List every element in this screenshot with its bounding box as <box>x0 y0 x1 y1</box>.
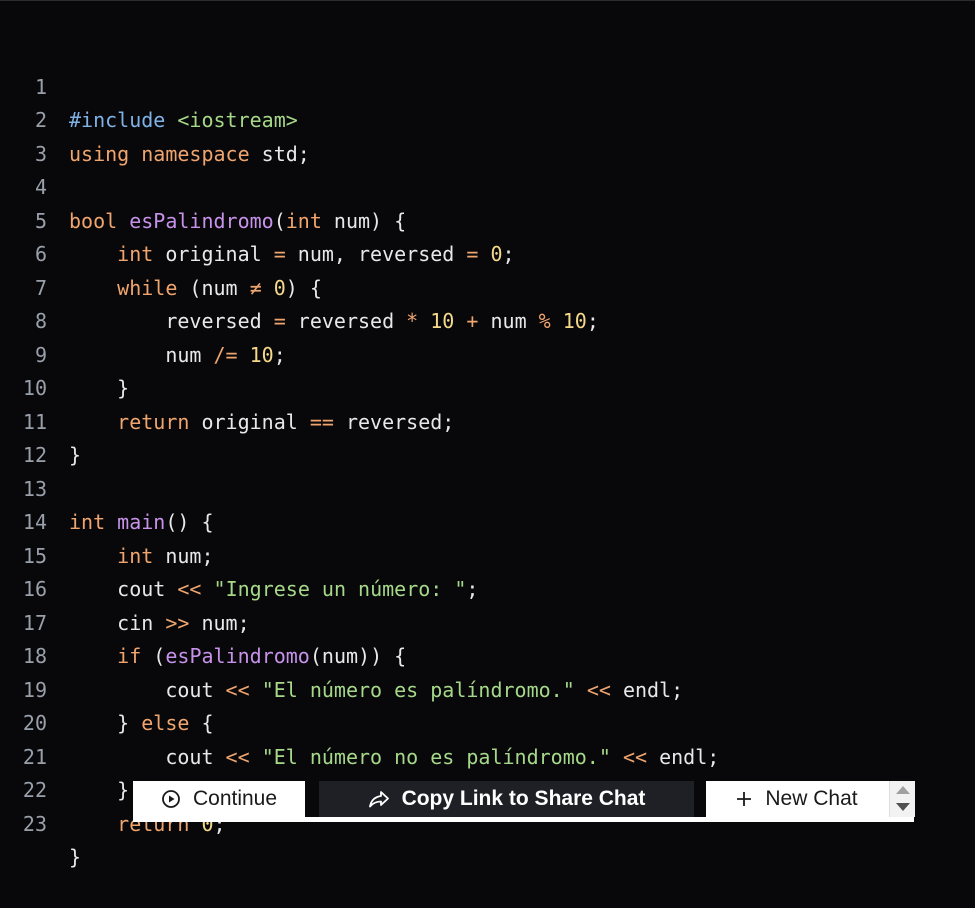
code-line: 17 if (esPalindromo(num)) { <box>0 573 975 669</box>
code-line: 15 cout << "Ingrese un número: "; <box>0 506 975 602</box>
share-arrow-icon <box>368 789 390 809</box>
top-divider <box>0 0 975 1</box>
code-block: 1 #include <iostream> 2 using namespace … <box>0 37 975 870</box>
code-line: 20 cout << "El número no es palíndromo."… <box>0 674 975 769</box>
code-line: 11 } <box>0 372 975 468</box>
code-line: 3 <box>0 104 975 166</box>
code-line: 7 reversed = reversed * 10 + num % 10; <box>0 238 975 334</box>
code-line: 21 } <box>0 707 975 803</box>
code-line: 16 cin >> num; <box>0 540 975 635</box>
scroll-up-icon[interactable] <box>896 786 910 794</box>
button-gap <box>305 781 319 817</box>
chat-action-bar: Continue Copy Link to Share Chat New Cha… <box>133 781 915 822</box>
new-chat-label: New Chat <box>765 787 858 810</box>
scrollbar[interactable] <box>889 781 915 817</box>
line-number: 23 <box>22 811 47 836</box>
code-line: 18 cout << "El número es palíndromo." <<… <box>0 607 975 702</box>
code-line: 8 num /= 10; <box>0 272 975 367</box>
code-text: } <box>69 845 82 869</box>
copy-link-share-button[interactable]: Copy Link to Share Chat <box>319 781 694 817</box>
code-line: 4 bool esPalindromo(int num) { <box>0 138 975 233</box>
continue-label: Continue <box>192 787 278 810</box>
code-line: 1 #include <iostream> <box>0 37 975 133</box>
code-line: 19 } else { <box>0 640 975 736</box>
continue-button[interactable]: Continue <box>133 781 305 817</box>
code-line: 22 return 0; <box>0 741 975 836</box>
code-line: 6 while (num ≠ 0) { <box>0 205 975 300</box>
code-line: 2 using namespace std; <box>0 71 975 166</box>
code-line: 13 int main() { <box>0 439 975 535</box>
code-line: 12 <box>0 406 975 467</box>
code-line: 14 int num; <box>0 473 975 568</box>
play-circle-icon <box>161 789 181 809</box>
share-label: Copy Link to Share Chat <box>401 787 646 810</box>
new-chat-button[interactable]: New Chat <box>706 781 887 817</box>
plus-icon <box>735 790 753 808</box>
code-line: 10 return original == reversed; <box>0 339 975 434</box>
code-line: 9 } <box>0 305 975 401</box>
scroll-down-icon[interactable] <box>896 803 910 811</box>
button-gap <box>694 781 706 817</box>
code-line: 5 int original = num, reversed = 0; <box>0 171 975 267</box>
